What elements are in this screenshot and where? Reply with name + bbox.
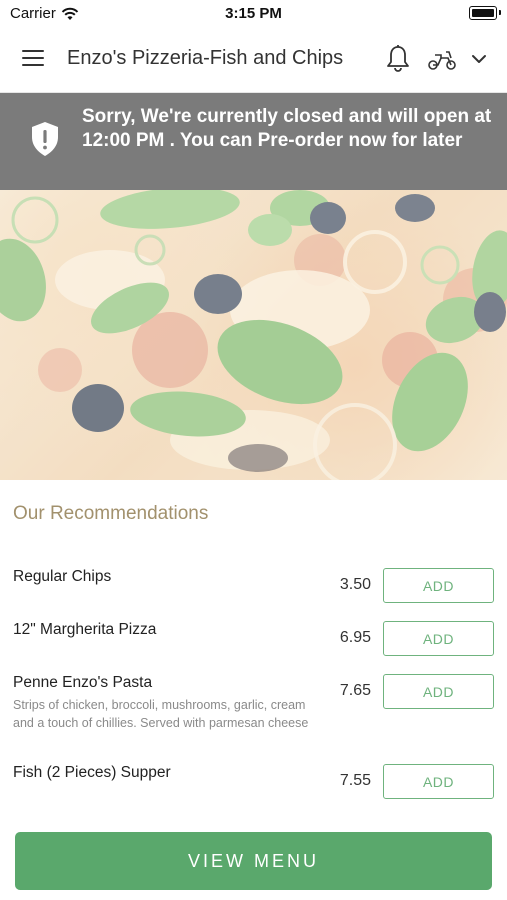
shield-alert-icon [32,122,58,156]
item-price: 6.95 [339,629,371,646]
recommendations-list: Regular Chips 3.50 ADD 12" Margherita Pi… [0,560,507,822]
closed-banner: Sorry, We're currently closed and will o… [0,93,507,190]
item-description: Strips of chicken, broccoli, mushrooms, … [13,698,309,730]
scooter-icon[interactable] [426,46,458,72]
app-header: Enzo's Pizzeria-Fish and Chips [0,28,507,93]
add-button[interactable]: ADD [383,764,494,799]
bell-icon[interactable] [385,44,411,74]
closed-message: Sorry, We're currently closed and will o… [82,106,492,151]
item-name: Fish (2 Pieces) Supper [13,764,171,781]
hamburger-menu-icon[interactable] [22,50,44,68]
status-bar: Carrier 3:15 PM [0,0,507,28]
list-item: Regular Chips 3.50 ADD [0,560,507,613]
chevron-down-icon[interactable] [470,50,488,68]
item-price: 7.55 [339,772,371,789]
item-name: 12" Margherita Pizza [13,621,157,638]
list-item: Fish (2 Pieces) Supper 7.55 ADD [0,756,507,809]
battery-icon [469,6,501,20]
item-name: Penne Enzo's Pasta [13,674,153,691]
view-menu-button[interactable]: VIEW MENU [15,832,492,890]
list-item: 12" Margherita Pizza 6.95 ADD [0,613,507,666]
add-button[interactable]: ADD [383,674,494,709]
list-item: Penne Enzo's Pasta Strips of chicken, br… [0,666,507,756]
item-price: 7.65 [339,682,371,699]
pizza-photo [0,190,507,480]
item-price: 3.50 [339,576,371,593]
section-title: Our Recommendations [13,503,209,524]
hero-overlay [0,190,507,480]
add-button[interactable]: ADD [383,568,494,603]
restaurant-title: Enzo's Pizzeria-Fish and Chips [67,47,344,69]
item-name: Regular Chips [13,568,112,585]
status-time: 3:15 PM [225,5,282,22]
add-button[interactable]: ADD [383,621,494,656]
